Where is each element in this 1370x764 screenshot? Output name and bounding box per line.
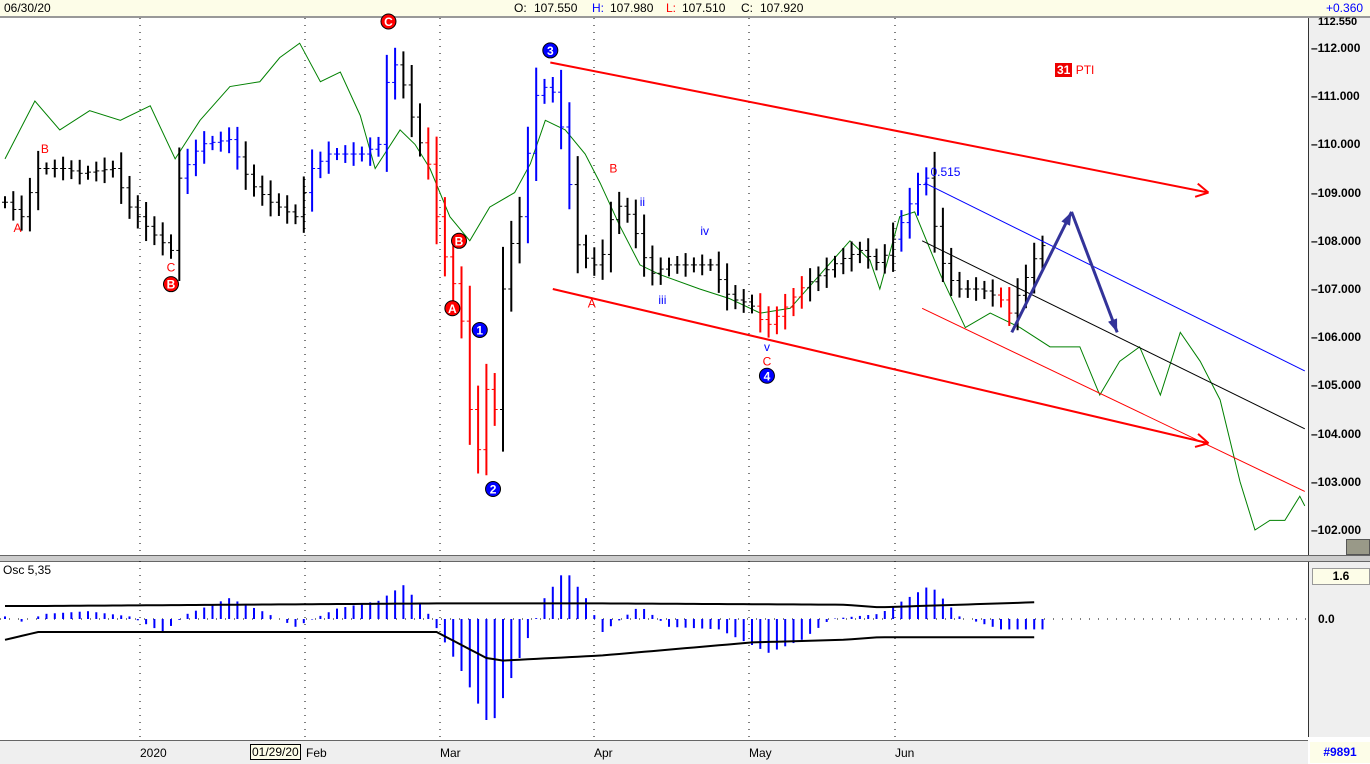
- blue-line: [924, 182, 1306, 372]
- wave-label: A: [448, 302, 457, 316]
- price-tick: –105.000: [1311, 378, 1362, 393]
- wave-label: iii: [658, 293, 666, 307]
- wave-label: v: [764, 340, 770, 354]
- x-label: Jun: [895, 746, 915, 760]
- cursor-date: 01/29/20: [250, 744, 301, 760]
- osc-upper-band: [5, 601, 1035, 609]
- price-tick: –112.000: [1311, 41, 1361, 55]
- wave-label: 1: [476, 323, 483, 337]
- price-tick: –106.000: [1311, 330, 1362, 345]
- arrow-head-icon: [1194, 442, 1209, 448]
- price-tick: –111.000: [1311, 89, 1360, 104]
- upper-channel: [550, 61, 1209, 194]
- wave-label: 4: [764, 369, 771, 383]
- wave-label: C: [763, 354, 772, 368]
- x-label: May: [749, 746, 772, 760]
- wave-label: B: [455, 234, 464, 248]
- price-tick: –104.000: [1311, 426, 1362, 441]
- wave-label: iv: [700, 224, 709, 238]
- osc-zero-label: 0.0: [1318, 612, 1335, 626]
- price-tick: –102.000: [1311, 523, 1362, 537]
- arrow-head-icon: [1194, 191, 1209, 198]
- wave-label: C: [167, 260, 176, 274]
- moving-average-line: [4, 42, 1306, 531]
- price-tick: –108.000: [1311, 233, 1362, 248]
- osc-top-label: 1.6: [1312, 568, 1370, 585]
- wave-label: B: [41, 142, 49, 156]
- x-label: Apr: [594, 746, 613, 760]
- osc-axis[interactable]: [1308, 561, 1370, 737]
- change-value: +0.360: [1326, 1, 1364, 15]
- price-tick: –103.000: [1311, 474, 1362, 489]
- date-axis[interactable]: 2020 01/29/20 Feb Mar Apr May Jun: [0, 740, 1308, 764]
- price-tick: –109.000: [1311, 185, 1362, 200]
- arrow-head-icon: [1108, 318, 1118, 333]
- wave-label: B: [609, 162, 617, 176]
- wave-label: 3: [547, 44, 554, 58]
- black-line: [921, 240, 1306, 430]
- thin-red-line: [921, 307, 1305, 492]
- price-chart[interactable]: ABCBCBA123ABiiiiiivvC40.515: [0, 0, 1308, 740]
- wave-label: 0.515: [930, 165, 960, 179]
- record-count: #9891: [1310, 742, 1370, 763]
- arrow-head-icon: [1061, 211, 1072, 226]
- wave-label: B: [167, 278, 176, 292]
- price-top-label: 112.550: [1318, 16, 1358, 28]
- wave-label: ii: [640, 195, 645, 209]
- wave-label: A: [13, 221, 21, 235]
- wave-label: C: [384, 15, 393, 29]
- price-tick: –110.000: [1311, 137, 1361, 152]
- x-label: 2020: [140, 746, 167, 760]
- price-tick: –107.000: [1311, 282, 1362, 296]
- projection-arrow: [1070, 211, 1119, 333]
- x-label: Mar: [440, 746, 461, 760]
- wave-label: A: [588, 296, 596, 310]
- wave-label: 2: [490, 483, 497, 497]
- x-label: Feb: [306, 746, 327, 760]
- scale-icon[interactable]: [1346, 539, 1370, 555]
